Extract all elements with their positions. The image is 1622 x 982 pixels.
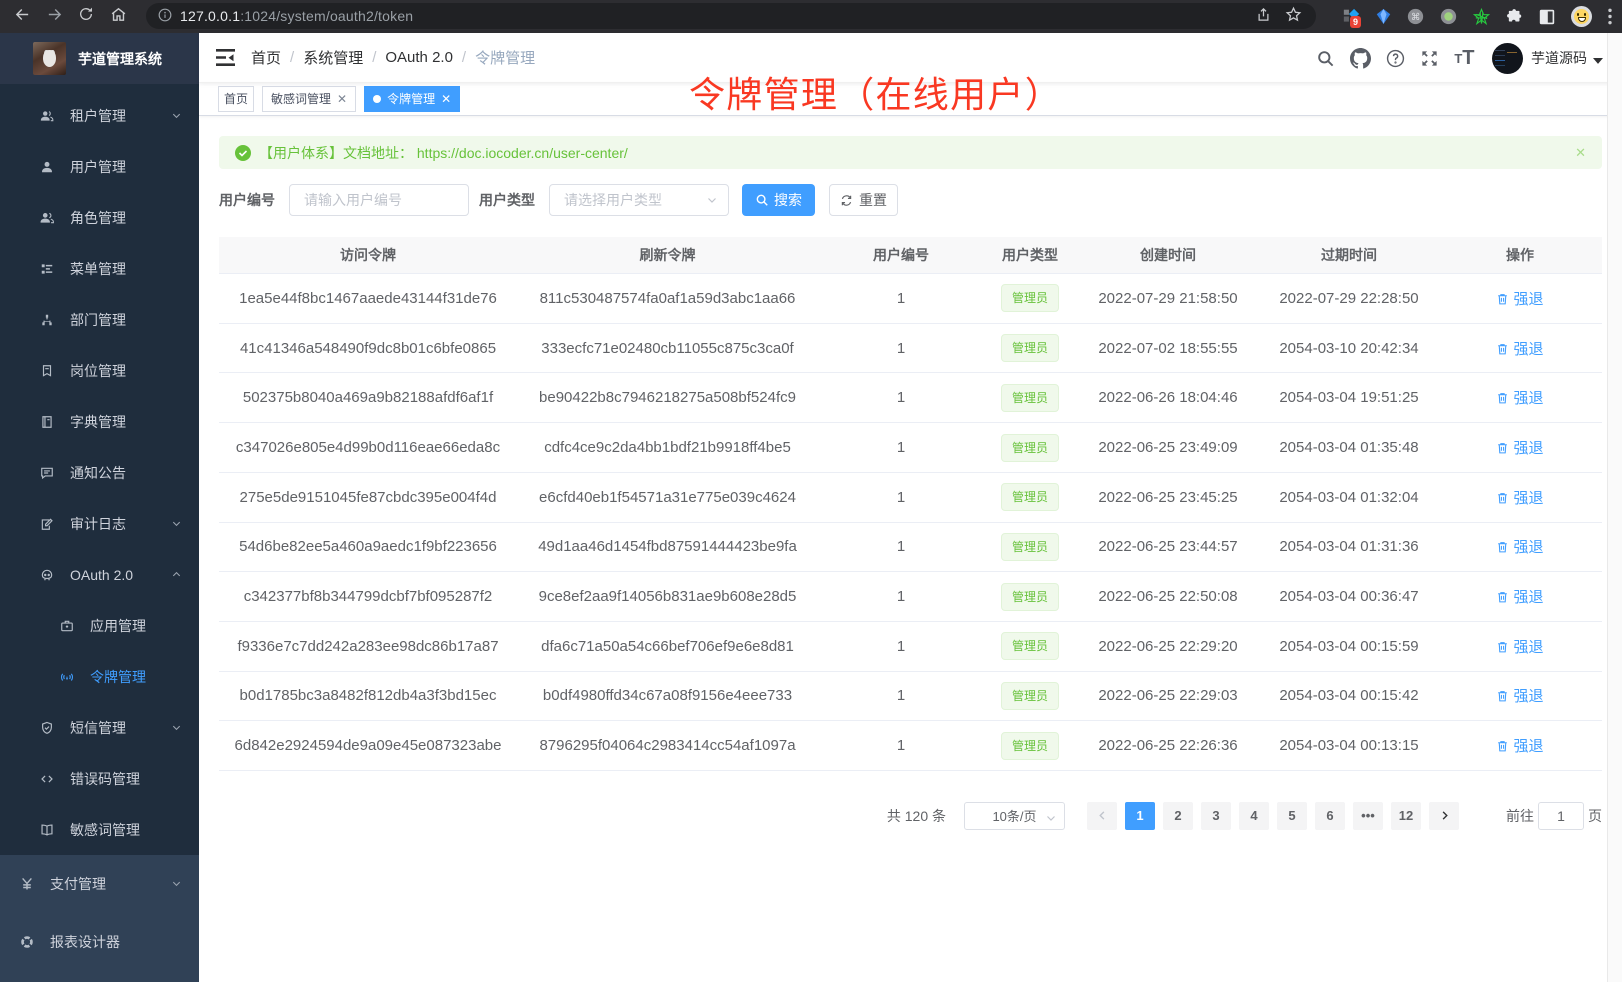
svg-text:⌘: ⌘ — [1411, 12, 1420, 22]
